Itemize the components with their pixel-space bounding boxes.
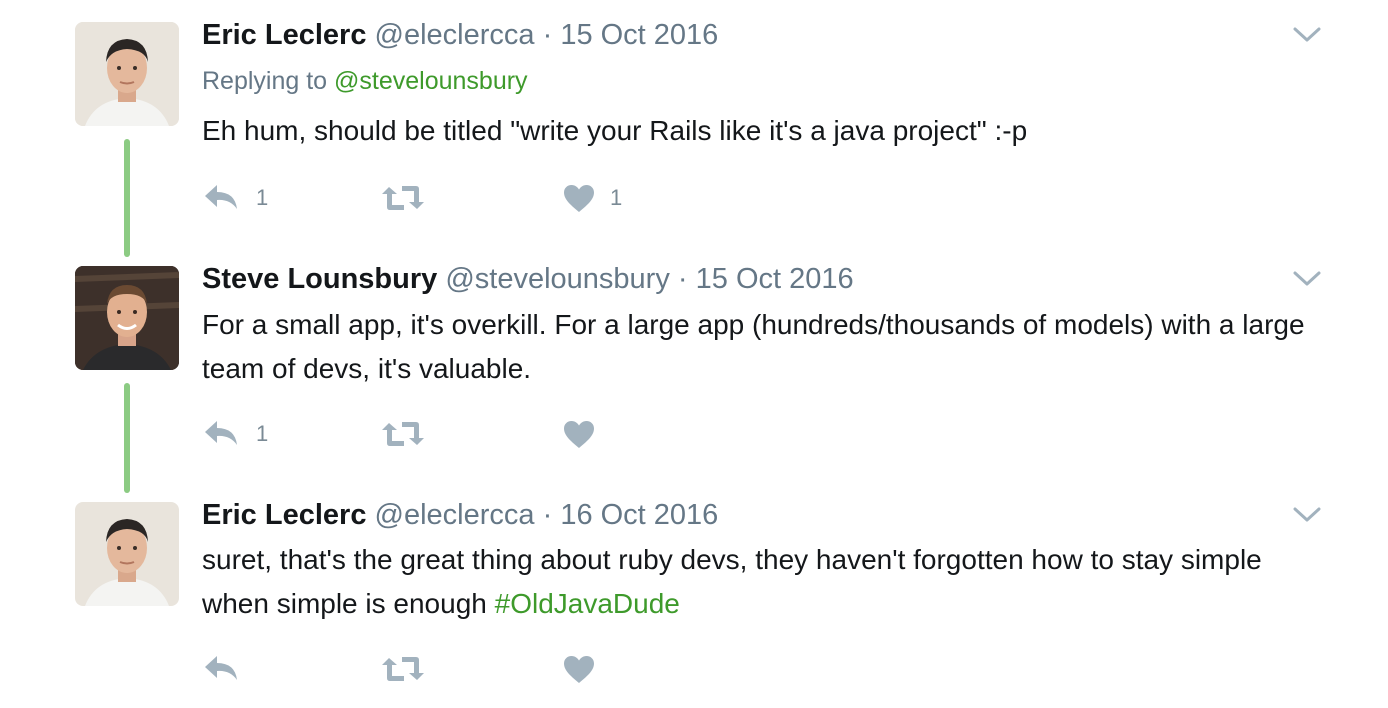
tweet-date[interactable]: 16 Oct 2016 bbox=[560, 499, 718, 531]
separator-dot: · bbox=[542, 19, 553, 51]
chevron-down-icon[interactable] bbox=[1290, 24, 1324, 46]
thread-connector bbox=[124, 383, 130, 493]
avatar[interactable] bbox=[75, 266, 179, 370]
heart-icon bbox=[564, 421, 594, 448]
reply-button[interactable]: 1 bbox=[202, 178, 268, 218]
user-handle[interactable]: @stevelounsbury bbox=[445, 263, 670, 295]
separator-dot: · bbox=[677, 263, 688, 295]
reply-count: 1 bbox=[256, 421, 269, 446]
hashtag-link[interactable]: #OldJavaDude bbox=[495, 588, 680, 619]
replying-to-line: Replying to @stevelounsbury bbox=[202, 64, 528, 98]
user-handle[interactable]: @eleclercca bbox=[375, 19, 535, 51]
reply-button[interactable] bbox=[202, 649, 256, 689]
reply-icon bbox=[205, 656, 237, 680]
mention-link[interactable]: @stevelounsbury bbox=[334, 67, 528, 95]
tweet-header: Eric Leclerc @eleclercca · 15 Oct 2016 bbox=[202, 15, 718, 55]
retweet-button[interactable] bbox=[380, 414, 440, 454]
like-button[interactable] bbox=[562, 414, 610, 454]
thread-connector bbox=[124, 139, 130, 257]
heart-icon bbox=[564, 656, 594, 683]
reply-icon bbox=[205, 421, 237, 445]
display-name[interactable]: Eric Leclerc bbox=[202, 499, 366, 531]
tweet-text: Eh hum, should be titled "write your Rai… bbox=[202, 115, 1028, 146]
avatar[interactable] bbox=[75, 22, 179, 126]
avatar[interactable] bbox=[75, 502, 179, 606]
retweet-icon bbox=[382, 422, 424, 446]
tweet-text: For a small app, it's overkill. For a la… bbox=[202, 309, 1305, 384]
user-handle[interactable]: @eleclercca bbox=[375, 499, 535, 531]
tweet-3: Eric Leclerc @eleclercca · 16 Oct 2016 s… bbox=[0, 495, 1388, 705]
like-button[interactable] bbox=[562, 649, 610, 689]
tweet-text-content: suret, that's the great thing about ruby… bbox=[202, 544, 1262, 619]
replying-prefix: Replying to bbox=[202, 67, 335, 95]
retweet-button[interactable] bbox=[380, 649, 440, 689]
tweet-2: Steve Lounsbury @stevelounsbury · 15 Oct… bbox=[0, 259, 1388, 493]
chevron-down-icon[interactable] bbox=[1290, 268, 1324, 290]
like-button[interactable]: 1 bbox=[562, 178, 622, 218]
display-name[interactable]: Eric Leclerc bbox=[202, 19, 366, 51]
tweet-header: Eric Leclerc @eleclercca · 16 Oct 2016 bbox=[202, 495, 718, 535]
retweet-button[interactable] bbox=[380, 178, 440, 218]
tweet-date[interactable]: 15 Oct 2016 bbox=[560, 19, 718, 51]
heart-icon bbox=[564, 185, 594, 212]
chevron-down-icon[interactable] bbox=[1290, 504, 1324, 526]
display-name[interactable]: Steve Lounsbury bbox=[202, 263, 437, 295]
tweet-text: suret, that's the great thing about ruby… bbox=[202, 538, 1312, 626]
reply-button[interactable]: 1 bbox=[202, 414, 268, 454]
like-count: 1 bbox=[610, 185, 623, 210]
retweet-icon bbox=[382, 186, 424, 210]
separator-dot: · bbox=[542, 499, 553, 531]
tweet-date[interactable]: 15 Oct 2016 bbox=[696, 263, 854, 295]
reply-count: 1 bbox=[256, 185, 269, 210]
retweet-icon bbox=[382, 657, 424, 681]
tweet-header: Steve Lounsbury @stevelounsbury · 15 Oct… bbox=[202, 259, 854, 299]
reply-icon bbox=[205, 185, 237, 209]
tweet-1: Eric Leclerc @eleclercca · 15 Oct 2016 R… bbox=[0, 15, 1388, 257]
